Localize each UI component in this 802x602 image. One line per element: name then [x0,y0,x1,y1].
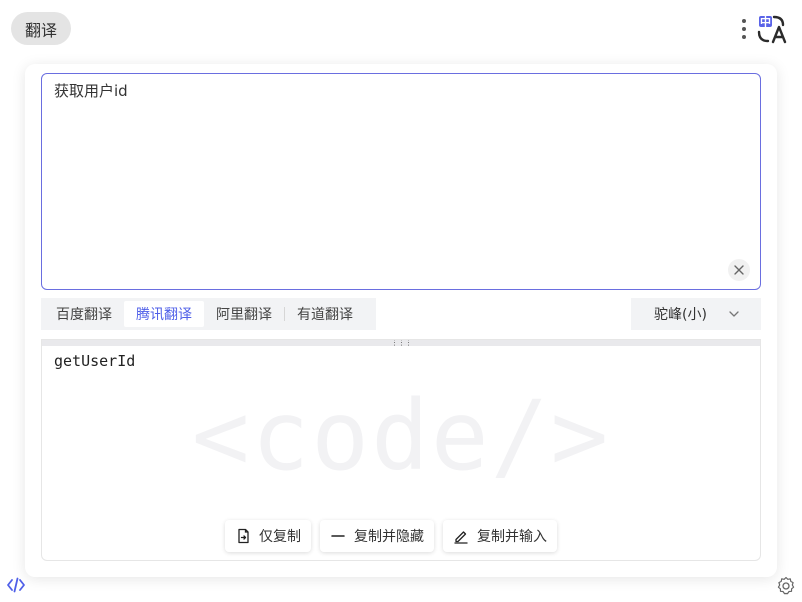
header-tools: 中 [738,12,790,46]
resize-handle[interactable]: ⋮⋮⋮ [42,340,760,347]
translate-card: 获取用户id 百度翻译 腾讯翻译 阿里翻译 有道翻译 驼峰(小) ⋮⋮⋮ <co… [25,64,777,577]
more-dots-icon[interactable] [738,17,750,41]
copy-only-label: 仅复制 [259,529,301,545]
chevron-down-icon [729,311,739,317]
code-icon[interactable] [6,576,26,594]
pen-icon [454,531,468,544]
translate-logo-icon[interactable]: 中 [756,12,790,46]
copy-input-label: 复制并输入 [477,529,547,545]
tab-baidu[interactable]: 百度翻译 [44,301,124,327]
copy-hide-label: 复制并隐藏 [354,529,424,545]
copy-hide-button[interactable]: 复制并隐藏 [320,520,434,552]
source-input[interactable]: 获取用户id [42,74,760,289]
result-text[interactable]: getUserId [54,352,135,370]
svg-text:中: 中 [760,15,771,29]
clear-icon [734,265,744,275]
copy-input-button[interactable]: 复制并输入 [443,520,557,552]
copy-only-button[interactable]: 仅复制 [225,520,311,552]
result-box: ⋮⋮⋮ <code/> getUserId 仅复制 复制并隐藏 复制并输入 [41,339,761,561]
source-input-box: 获取用户id [41,73,761,290]
case-style-value: 驼峰(小) [654,307,707,323]
tab-youdao[interactable]: 有道翻译 [285,301,365,327]
page-title: 翻译 [11,12,71,45]
code-watermark: <code/> [191,380,611,492]
gear-icon[interactable] [775,575,797,597]
copy-icon [238,528,249,544]
tab-ali[interactable]: 阿里翻译 [204,301,284,327]
case-style-select[interactable]: 驼峰(小) [631,298,761,330]
engine-tabs: 百度翻译 腾讯翻译 阿里翻译 有道翻译 [41,298,376,330]
result-actions: 仅复制 复制并隐藏 复制并输入 [225,520,557,552]
tab-tencent[interactable]: 腾讯翻译 [124,301,204,327]
minus-icon [331,535,345,537]
clear-button[interactable] [728,259,750,281]
